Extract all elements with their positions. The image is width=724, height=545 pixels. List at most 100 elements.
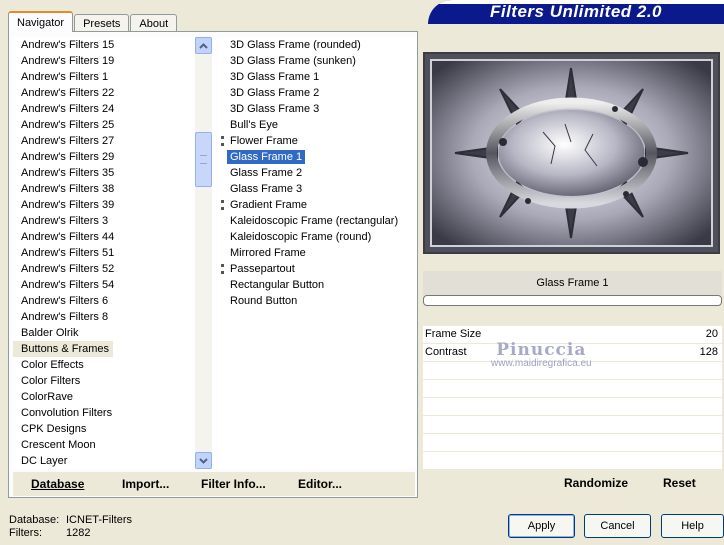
category-item[interactable]: Color Filters — [13, 373, 216, 389]
category-item[interactable]: Andrew's Filters 8 — [13, 309, 216, 325]
category-item[interactable]: Crescent Moon — [13, 437, 216, 453]
filter-item[interactable]: 3D Glass Frame (rounded) — [217, 37, 417, 53]
filter-item[interactable]: 3D Glass Frame 2 — [217, 85, 417, 101]
preview-button-bar: Randomize Reset — [423, 471, 722, 498]
category-item[interactable]: Color Effects — [13, 357, 216, 373]
category-item[interactable]: Andrew's Filters 29 — [13, 149, 216, 165]
filter-item[interactable]: Kaleidoscopic Frame (rectangular) — [217, 213, 417, 229]
filter-item[interactable]: Glass Frame 2 — [217, 165, 417, 181]
filter-item[interactable]: 3D Glass Frame 3 — [217, 101, 417, 117]
category-item-label: Andrew's Filters 19 — [21, 55, 115, 67]
grip-icon — [221, 200, 225, 210]
scroll-down-button[interactable] — [195, 452, 212, 469]
filter-item[interactable]: Bull's Eye — [217, 117, 417, 133]
cancel-button[interactable]: Cancel — [584, 514, 651, 538]
import-button[interactable]: Import... — [122, 477, 169, 491]
category-item-label: Andrew's Filters 22 — [21, 87, 115, 99]
category-item-label: Andrew's Filters 27 — [21, 135, 115, 147]
filter-item-label: Kaleidoscopic Frame (rectangular) — [230, 215, 399, 227]
param-name: Contrast — [425, 346, 467, 358]
category-item[interactable]: Andrew's Filters 44 — [13, 229, 216, 245]
category-item-label: Andrew's Filters 3 — [21, 215, 109, 227]
param-row-contrast[interactable]: Contrast 128 — [423, 344, 722, 362]
filter-item[interactable]: Flower Frame — [217, 133, 417, 149]
category-item[interactable]: Andrew's Filters 27 — [13, 133, 216, 149]
category-item-label: Andrew's Filters 52 — [21, 263, 115, 275]
parameter-list: Frame Size 20 Contrast 128 — [423, 326, 722, 470]
category-item[interactable]: Andrew's Filters 24 — [13, 101, 216, 117]
tab-presets[interactable]: Presets — [74, 14, 130, 32]
category-item[interactable]: ColorRave — [13, 389, 216, 405]
category-item-label: Andrew's Filters 29 — [21, 151, 115, 163]
scroll-thumb[interactable] — [195, 132, 212, 187]
category-item-label: CPK Designs — [21, 423, 87, 435]
category-item[interactable]: Andrew's Filters 3 — [13, 213, 216, 229]
filter-item[interactable]: Kaleidoscopic Frame (round) — [217, 229, 417, 245]
category-item[interactable]: Andrew's Filters 39 — [13, 197, 216, 213]
category-item-label: Convolution Filters — [21, 407, 113, 419]
param-row-empty — [423, 452, 722, 470]
filter-item-label: Mirrored Frame — [230, 247, 306, 259]
category-item[interactable]: Andrew's Filters 22 — [13, 85, 216, 101]
category-item[interactable]: Andrew's Filters 51 — [13, 245, 216, 261]
category-item[interactable]: Convolution Filters — [13, 405, 216, 421]
category-item[interactable]: Andrew's Filters 1 — [13, 69, 216, 85]
category-item[interactable]: Andrew's Filters 54 — [13, 277, 216, 293]
database-value: ICNET-Filters — [66, 514, 132, 526]
filter-item-label: Bull's Eye — [230, 119, 278, 131]
param-row-empty — [423, 416, 722, 434]
category-item[interactable]: Andrew's Filters 52 — [13, 261, 216, 277]
param-value: 20 — [705, 328, 718, 340]
param-name: Frame Size — [425, 328, 482, 340]
filter-item-label: 3D Glass Frame 1 — [230, 71, 320, 83]
filter-item[interactable]: 3D Glass Frame (sunken) — [217, 53, 417, 69]
filter-item[interactable]: Rectangular Button — [217, 277, 417, 293]
database-label: Database: — [9, 514, 60, 526]
filter-item[interactable]: Round Button — [217, 293, 417, 309]
category-item[interactable]: DC Layer — [13, 453, 216, 469]
filter-item[interactable]: Glass Frame 1 — [217, 149, 417, 165]
category-item-label: Color Filters — [21, 375, 81, 387]
scroll-up-button[interactable] — [195, 37, 212, 54]
param-row-frame-size[interactable]: Frame Size 20 — [423, 326, 722, 344]
category-item[interactable]: Buttons & Frames — [13, 341, 216, 357]
randomize-button[interactable]: Randomize — [564, 476, 628, 490]
tab-about[interactable]: About — [130, 14, 178, 32]
category-item-label: Andrew's Filters 8 — [21, 311, 109, 323]
category-item[interactable]: Andrew's Filters 38 — [13, 181, 216, 197]
category-item[interactable]: Andrew's Filters 25 — [13, 117, 216, 133]
filter-item-label: 3D Glass Frame 3 — [230, 103, 320, 115]
reset-button[interactable]: Reset — [663, 476, 696, 490]
filter-info-button[interactable]: Filter Info... — [201, 477, 266, 491]
category-item[interactable]: Andrew's Filters 15 — [13, 37, 216, 53]
category-list[interactable]: Andrew's Filters 15 Andrew's Filters 19 An… — [13, 37, 216, 469]
filter-item-label: Gradient Frame — [230, 199, 308, 211]
category-item-label: Andrew's Filters 25 — [21, 119, 115, 131]
category-item[interactable]: Andrew's Filters 6 — [13, 293, 216, 309]
filter-item[interactable]: Mirrored Frame — [217, 245, 417, 261]
editor-button[interactable]: Editor... — [298, 477, 342, 491]
category-item[interactable]: Balder Olrik — [13, 325, 216, 341]
filter-item-label: Kaleidoscopic Frame (round) — [230, 231, 372, 243]
filter-item-label: 3D Glass Frame 2 — [230, 87, 320, 99]
banner-title: Filters Unlimited 2.0 — [489, 2, 663, 21]
filters-count-value: 1282 — [66, 527, 91, 539]
progress-bar — [423, 295, 722, 306]
filter-item[interactable]: Passepartout — [217, 261, 417, 277]
category-scrollbar[interactable] — [195, 37, 212, 469]
filter-item-label: 3D Glass Frame (rounded) — [230, 39, 361, 51]
filter-item[interactable]: 3D Glass Frame 1 — [217, 69, 417, 85]
title-banner: Filters Unlimited 2.0 — [428, 0, 724, 24]
tab-navigator[interactable]: Navigator — [8, 11, 74, 32]
category-item[interactable]: CPK Designs — [13, 421, 216, 437]
category-item[interactable]: Andrew's Filters 35 — [13, 165, 216, 181]
database-button[interactable]: Database — [31, 477, 84, 491]
apply-button[interactable]: Apply — [508, 514, 575, 538]
help-button[interactable]: Help — [661, 514, 724, 538]
filter-list[interactable]: 3D Glass Frame (rounded) 3D Glass Frame (… — [217, 37, 417, 469]
category-item-label: Color Effects — [21, 359, 84, 371]
category-item-label: Balder Olrik — [21, 327, 79, 339]
category-item[interactable]: Andrew's Filters 19 — [13, 53, 216, 69]
filter-item[interactable]: Glass Frame 3 — [217, 181, 417, 197]
filter-item[interactable]: Gradient Frame — [217, 197, 417, 213]
